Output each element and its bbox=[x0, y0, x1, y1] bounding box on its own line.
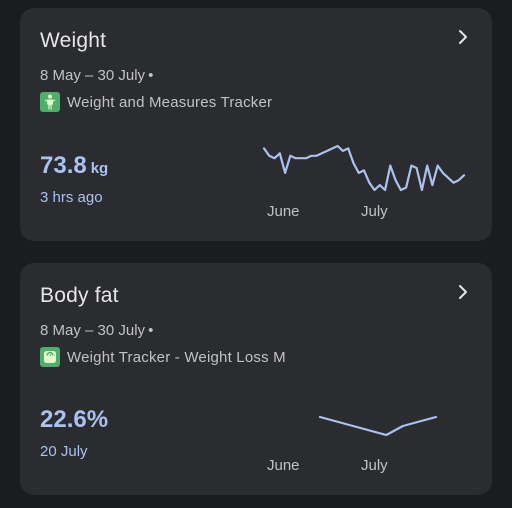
source-app: Weight Tracker - Weight Loss M bbox=[40, 347, 286, 367]
date-range-text: 8 May – 30 July bbox=[40, 322, 146, 339]
weight-series-line bbox=[262, 144, 466, 192]
x-axis-label: June bbox=[267, 457, 300, 474]
weight-unit: kg bbox=[90, 160, 109, 177]
body-fat-sparkline bbox=[318, 415, 438, 437]
body-fat-series-line bbox=[318, 415, 438, 437]
date-range: 8 May – 30 July • bbox=[40, 322, 153, 339]
weight-sparkline bbox=[262, 144, 466, 192]
last-updated: 3 hrs ago bbox=[40, 189, 103, 206]
chevron-right-icon[interactable] bbox=[456, 28, 470, 46]
screen: Weight 8 May – 30 July • Weight and Measu… bbox=[0, 0, 512, 508]
separator-dot: • bbox=[148, 67, 154, 84]
weight-value: 73.8 bbox=[40, 152, 87, 179]
date-range: 8 May – 30 July • bbox=[40, 67, 153, 84]
scale-icon bbox=[40, 347, 60, 367]
body-fat-value: 22.6% bbox=[40, 406, 109, 433]
person-silhouette-icon bbox=[40, 92, 60, 112]
date-range-text: 8 May – 30 July bbox=[40, 67, 146, 84]
separator-dot: • bbox=[148, 322, 154, 339]
x-axis-label: July bbox=[361, 457, 388, 474]
source-name: Weight and Measures Tracker bbox=[67, 93, 273, 111]
x-axis-label: July bbox=[361, 203, 388, 220]
card-title: Body fat bbox=[40, 284, 119, 307]
card-title: Weight bbox=[40, 29, 107, 52]
source-app: Weight and Measures Tracker bbox=[40, 92, 272, 112]
chevron-right-icon[interactable] bbox=[456, 283, 470, 301]
last-updated: 20 July bbox=[40, 443, 88, 460]
body-fat-card[interactable]: Body fat 8 May – 30 July • Weight Tracker… bbox=[20, 263, 492, 495]
source-name: Weight Tracker - Weight Loss M bbox=[67, 348, 286, 366]
x-axis-label: June bbox=[267, 203, 300, 220]
metric-value: 73.8 kg bbox=[40, 152, 108, 180]
weight-card[interactable]: Weight 8 May – 30 July • Weight and Measu… bbox=[20, 8, 492, 241]
